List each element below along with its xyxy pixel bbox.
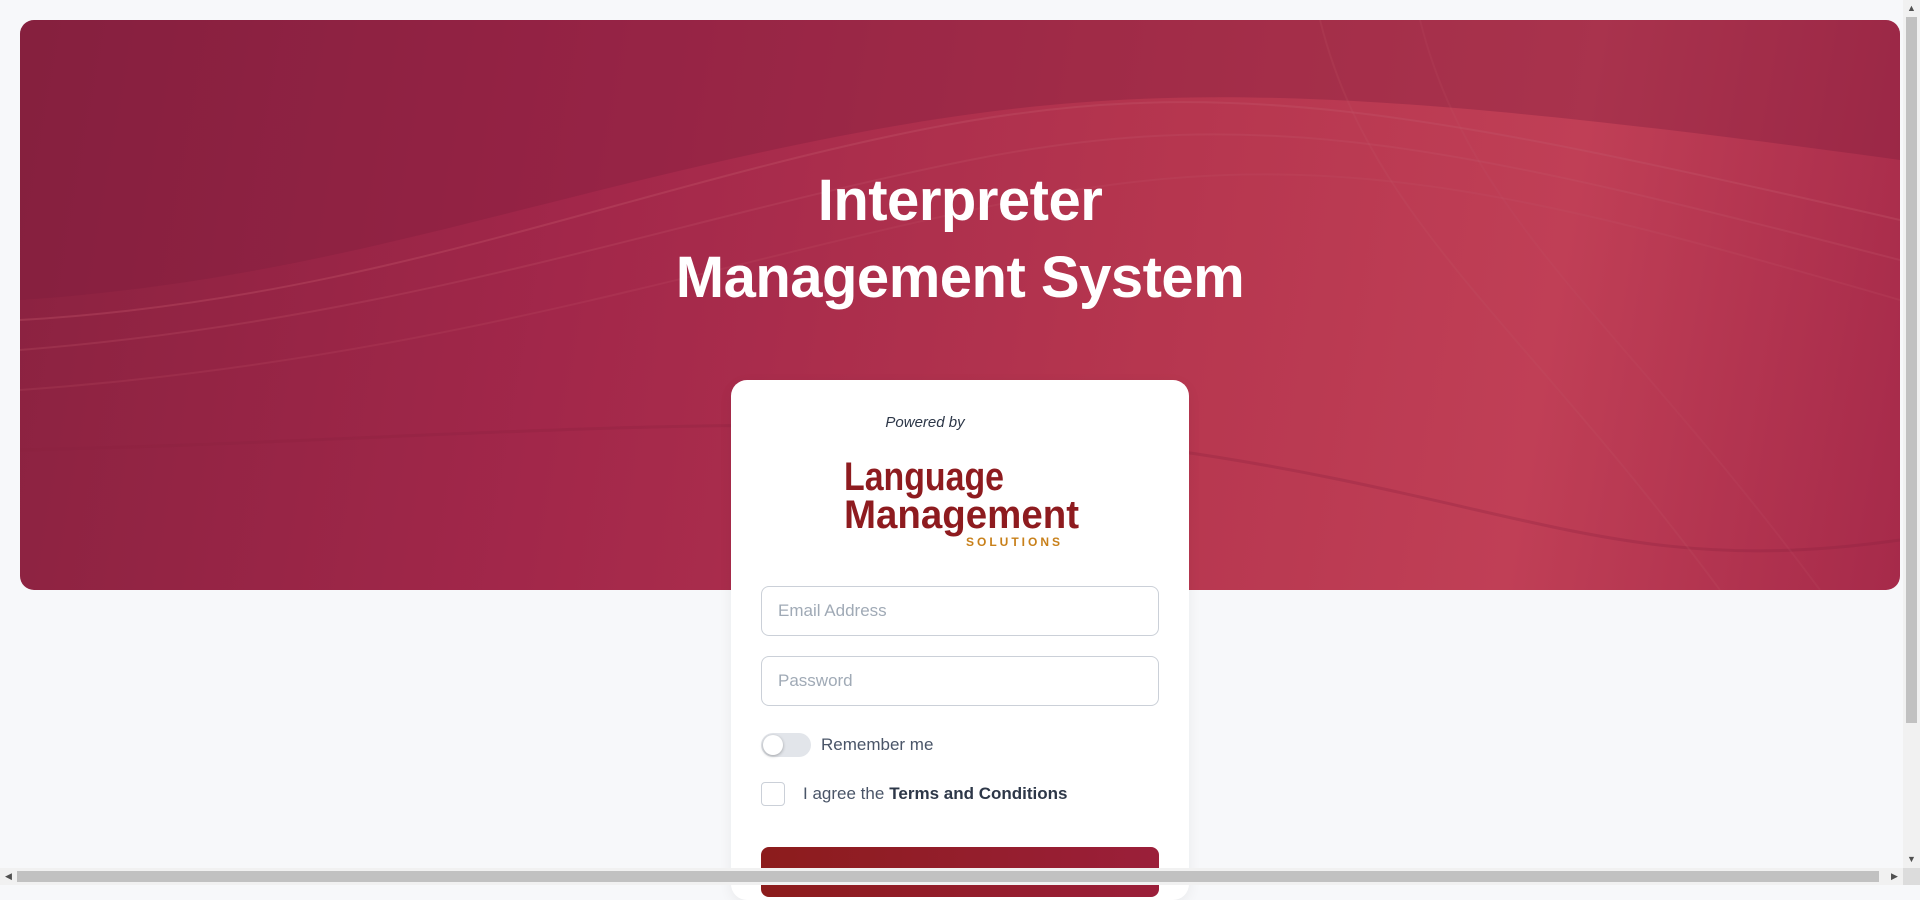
- powered-by-label: Powered by: [885, 414, 965, 431]
- horizontal-scrollbar[interactable]: ◀ ▶: [0, 868, 1903, 885]
- title-line-1: Interpreter: [817, 168, 1103, 233]
- remember-me-row: Remember me: [761, 732, 933, 758]
- svg-text:SOLUTIONS: SOLUTIONS: [966, 535, 1063, 549]
- remember-me-label[interactable]: Remember me: [821, 735, 933, 755]
- terms-and-conditions-link[interactable]: Terms and Conditions: [889, 784, 1067, 803]
- scroll-left-arrow-icon[interactable]: ◀: [0, 868, 17, 885]
- language-management-solutions-logo: Language Management SOLUTIONS: [844, 455, 1079, 549]
- terms-checkbox[interactable]: [761, 782, 785, 806]
- scroll-up-arrow-icon[interactable]: ▲: [1903, 0, 1920, 17]
- login-card: Powered by Language Management SOLUTIONS…: [731, 380, 1189, 900]
- vertical-scroll-thumb[interactable]: [1906, 17, 1917, 723]
- terms-row: I agree the Terms and Conditions: [761, 780, 1067, 808]
- password-field[interactable]: [761, 656, 1159, 706]
- email-field[interactable]: [761, 586, 1159, 636]
- agree-label: I agree the Terms and Conditions: [803, 784, 1067, 804]
- vertical-scrollbar[interactable]: ▲ ▼: [1903, 0, 1920, 868]
- svg-text:Management: Management: [844, 493, 1079, 537]
- remember-me-toggle[interactable]: [761, 733, 811, 757]
- page-title: Interpreter Management System: [20, 162, 1900, 316]
- horizontal-scroll-thumb[interactable]: [17, 871, 1879, 882]
- scrollbar-corner: [1903, 868, 1920, 885]
- agree-prefix: I agree the: [803, 784, 885, 803]
- title-line-2: Management System: [675, 245, 1245, 310]
- scroll-down-arrow-icon[interactable]: ▼: [1903, 851, 1920, 868]
- scroll-right-arrow-icon[interactable]: ▶: [1886, 868, 1903, 885]
- toggle-knob: [763, 735, 783, 755]
